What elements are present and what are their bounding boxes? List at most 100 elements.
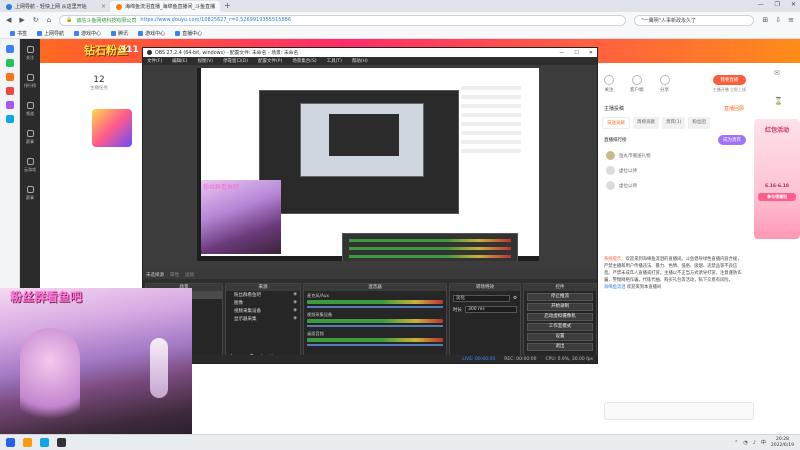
gear-icon[interactable]: ⚙: [513, 296, 517, 301]
transition-select[interactable]: 淡化: [453, 295, 510, 302]
source-item[interactable]: 视频采集设备 ◉: [226, 307, 300, 315]
nav-item-rank[interactable]: 排行榜: [20, 67, 40, 95]
file-explorer-icon[interactable]: [23, 438, 32, 447]
menu-scene-collection[interactable]: 场景集合(S): [292, 58, 316, 64]
menu-profile[interactable]: 配置文件(P): [258, 58, 282, 64]
sidebar-app-icon[interactable]: [5, 45, 14, 53]
tab-weekly[interactable]: 周榜贡献: [633, 117, 659, 129]
url-field[interactable]: 🔒 诚信斗鱼网络科技有限公司 https://www.douyu.com/108…: [59, 14, 627, 26]
obs-preview[interactable]: 粉丝群看鱼吧: [197, 68, 539, 261]
download-icon[interactable]: ⇩: [775, 16, 781, 24]
share-button[interactable]: 分享: [659, 75, 670, 93]
client-button[interactable]: 客户端: [630, 75, 644, 93]
tab-vip[interactable]: 贵宾(1): [662, 117, 686, 129]
sidebar-app-icon[interactable]: [5, 59, 14, 67]
minimize-icon[interactable]: —: [559, 50, 564, 56]
search-input[interactable]: "一鹰明"人事新政永久了: [634, 14, 755, 26]
chat-input[interactable]: [604, 402, 754, 420]
volume-slider[interactable]: [307, 325, 443, 327]
back-icon[interactable]: ◀: [6, 16, 11, 24]
nav-item-match[interactable]: 赛事: [20, 179, 40, 207]
promo-button[interactable]: 参与领福利: [758, 193, 796, 201]
list-item[interactable]: 虚位以待: [600, 160, 750, 175]
volume-slider[interactable]: [307, 306, 443, 308]
tab-daily[interactable]: 日送贡献: [602, 117, 630, 129]
welcome-user[interactable]: 海绵鱼流泪: [604, 285, 625, 290]
menu-edit[interactable]: 编辑(E): [172, 58, 187, 64]
duration-input[interactable]: 300 ms: [465, 306, 517, 313]
extensions-icon[interactable]: ⊞: [762, 16, 768, 24]
bookmark-item[interactable]: 游戏中心: [74, 30, 101, 37]
source-item[interactable]: 显示器采集 ◉: [226, 315, 300, 323]
list-item[interactable]: 虚位以待: [600, 175, 750, 190]
properties-button[interactable]: 属性: [170, 272, 179, 278]
clock[interactable]: 20:28 2022/6/19: [771, 437, 794, 448]
become-vip-button[interactable]: 成为贵宾: [718, 135, 746, 145]
list-item[interactable]: 鱼丸币赠送礼物: [600, 145, 750, 160]
tab-nav[interactable]: 上网导航 - 轻快上网 从这里开始 ×: [0, 1, 110, 12]
menu-file[interactable]: 文件(F): [147, 58, 162, 64]
search-icon[interactable]: ⌕: [774, 125, 783, 134]
bookmark-item[interactable]: 上网导航: [37, 30, 64, 37]
eye-icon[interactable]: ◉: [293, 308, 297, 314]
nav-item-event[interactable]: 赛事: [20, 123, 40, 151]
browser-icon[interactable]: [40, 438, 49, 447]
forward-icon[interactable]: ▶: [19, 16, 24, 24]
start-record-button[interactable]: 开始录制: [527, 303, 593, 311]
nav-item-channel[interactable]: 频道: [20, 95, 40, 123]
minimize-icon[interactable]: —: [758, 1, 764, 8]
exit-button[interactable]: 退出: [527, 343, 593, 351]
sidebar-app-icon[interactable]: [5, 101, 14, 109]
obs-icon[interactable]: [57, 438, 66, 447]
close-icon[interactable]: ✕: [589, 50, 593, 56]
source-item[interactable]: 粉丝群看鱼吧 ◉: [226, 291, 300, 299]
follow-button[interactable]: 关注: [604, 75, 614, 93]
input-language[interactable]: 中: [761, 439, 766, 446]
sidebar-app-icon[interactable]: [5, 73, 14, 81]
bookmark-item[interactable]: 直播中心: [175, 30, 202, 37]
studio-mode-button[interactable]: 工作室模式: [527, 323, 593, 331]
network-icon[interactable]: ◔: [743, 440, 747, 446]
bookmark-item[interactable]: 游戏中心: [138, 30, 165, 37]
refresh-icon[interactable]: ↻: [33, 16, 39, 24]
obs-window[interactable]: OBS 27.2.4 (64-bit, windows) - 配置文件: 未命名…: [142, 47, 598, 364]
volume-icon[interactable]: ♪: [753, 440, 756, 446]
nav-item-follow[interactable]: 关注: [20, 39, 40, 67]
close-tab-icon[interactable]: ×: [101, 3, 106, 10]
maximize-icon[interactable]: ☐: [574, 50, 578, 56]
nav-item-cloud-game[interactable]: 云游戏: [20, 151, 40, 179]
eye-icon[interactable]: ◉: [293, 316, 297, 322]
bookmark-item[interactable]: 书签: [10, 30, 27, 37]
chevron-up-icon[interactable]: ⌃: [734, 440, 738, 446]
virtual-camera-button[interactable]: 启动虚拟摄像机: [527, 313, 593, 321]
start-icon[interactable]: [6, 438, 15, 447]
rank-highlight[interactable]: 直播回顾: [724, 105, 744, 112]
volume-slider[interactable]: [307, 344, 443, 346]
rank-title[interactable]: 主播投稿: [604, 105, 624, 112]
new-tab-button[interactable]: +: [224, 1, 231, 12]
menu-help[interactable]: 帮助(H): [352, 58, 368, 64]
tab-douyu[interactable]: 海绵鱼流泪直播_海绵鱼直播间_斗鱼直播 ×: [110, 1, 220, 12]
promo-banner[interactable]: 红包活动 6.16-6.18 参与领福利: [754, 119, 800, 239]
sidebar-app-icon[interactable]: [5, 87, 14, 95]
menu-tools[interactable]: 工具(T): [327, 58, 342, 64]
broadcast-button[interactable]: 我要直播: [712, 75, 746, 85]
sidebar-app-icon[interactable]: [5, 115, 14, 123]
stop-stream-button[interactable]: 停止推流: [527, 293, 593, 301]
history-icon[interactable]: ⌛: [774, 97, 783, 105]
bookmark-item[interactable]: 腾讯: [111, 30, 128, 37]
close-icon[interactable]: ✕: [791, 1, 796, 8]
menu-view[interactable]: 视图(V): [197, 58, 213, 64]
event-thumbnail[interactable]: [92, 109, 132, 147]
close-tab-icon[interactable]: ×: [211, 3, 216, 10]
eye-icon[interactable]: ◉: [293, 300, 297, 306]
tab-fans[interactable]: 粉丝团: [688, 117, 710, 129]
filters-button[interactable]: 滤镜: [185, 272, 194, 278]
eye-icon[interactable]: ◉: [293, 292, 297, 298]
settings-button[interactable]: 设置: [527, 333, 593, 341]
menu-docks[interactable]: 停靠窗口(D): [223, 58, 248, 64]
task-count[interactable]: 12 主播任务: [90, 75, 108, 91]
menu-icon[interactable]: ≡: [788, 16, 794, 24]
source-item[interactable]: 图像 ◉: [226, 299, 300, 307]
message-icon[interactable]: ✉: [774, 69, 783, 77]
